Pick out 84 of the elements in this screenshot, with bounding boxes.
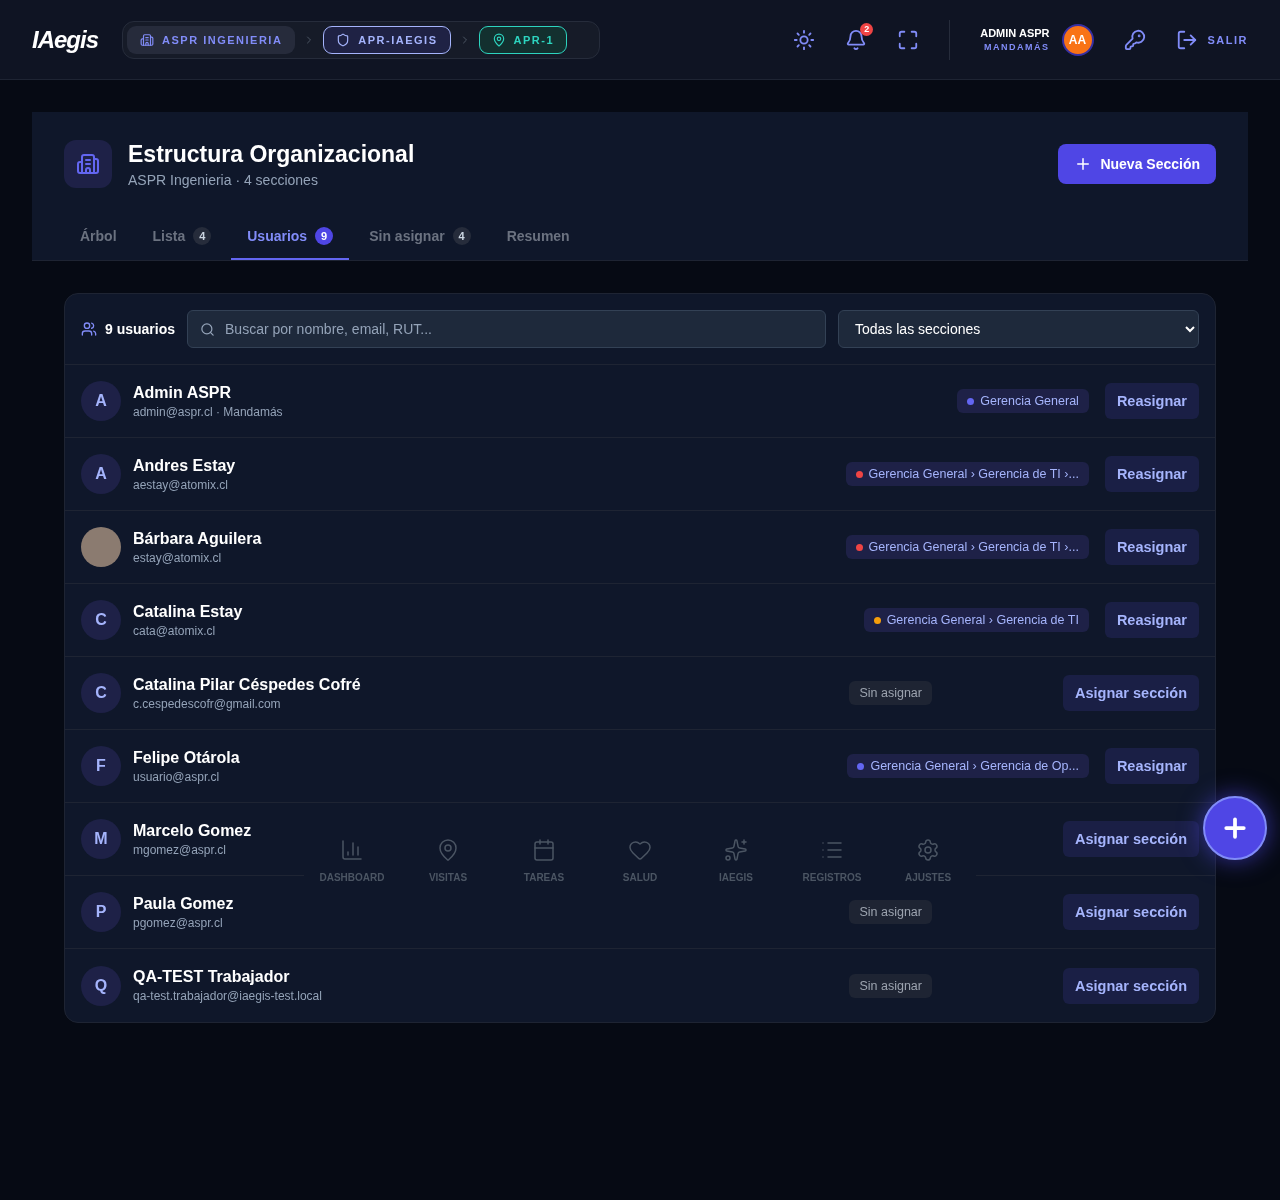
calendar-icon (532, 837, 556, 862)
user-name: Paula Gomez (133, 894, 234, 913)
logout-icon (1175, 28, 1198, 51)
user-avatar: C (81, 673, 121, 713)
user-name: ADMIN ASPR (980, 27, 1050, 39)
user-email: usuario@aspr.cl (133, 769, 221, 784)
breadcrumb-item[interactable]: ASPR INGENIERIA (127, 25, 296, 54)
user-avatar: F (81, 746, 121, 786)
user-avatar: C (81, 600, 121, 640)
user-name: Andres Estay (133, 456, 236, 475)
section-tag: Gerencia General (957, 389, 1089, 413)
count-badge: 4 (193, 227, 212, 245)
count-badge: 9 (315, 227, 334, 245)
user-name: QA-TEST Trabajador (133, 968, 291, 986)
user-role: MANDAMÁS (983, 42, 1050, 52)
sparkles-icon (724, 837, 748, 862)
unassigned-tag: Sin asignar (849, 900, 932, 924)
tab[interactable]: Lista 4 (136, 214, 228, 260)
user-avatar: M (81, 819, 121, 859)
search-icon (200, 321, 216, 337)
user-email: estay@atomix.cl (133, 550, 223, 565)
tab[interactable]: Sin asignar 4 (353, 214, 487, 260)
user-name: Catalina Pilar Céspedes Cofré (133, 675, 361, 694)
fullscreen-icon[interactable] (897, 28, 920, 51)
unassigned-tag: Sin asignar (849, 681, 932, 705)
assign-button[interactable]: Reasignar (1104, 383, 1199, 419)
tab[interactable]: Árbol (64, 214, 133, 260)
assign-button[interactable]: Reasignar (1104, 748, 1199, 784)
breadcrumb-item[interactable]: APR-IAEGIS (323, 25, 451, 54)
logout-button[interactable]: SALIR (1175, 28, 1248, 51)
photo-placeholder (81, 527, 121, 567)
section-filter[interactable]: Todas las secciones (838, 310, 1199, 348)
assign-button[interactable]: Asignar sección (1063, 821, 1199, 857)
section-tag: Gerencia General › Gerencia de TI ›... (845, 462, 1089, 486)
user-email: aestay@atomix.cl (133, 477, 229, 492)
user-name: Catalina Estay (133, 602, 243, 621)
user-name: Admin ASPR (133, 383, 233, 402)
user-count: 9 usuarios (81, 321, 176, 337)
key-icon[interactable] (1123, 28, 1146, 51)
assign-button[interactable]: Reasignar (1104, 456, 1199, 492)
notifications-icon[interactable] (845, 28, 868, 51)
search-field[interactable]: Buscar por nombre, email, RUT... (223, 320, 813, 338)
settings-icon (916, 837, 940, 862)
user-email: pgomez@aspr.cl (133, 915, 224, 930)
breadcrumb-item[interactable]: APR-1 (478, 25, 568, 54)
add-button[interactable] (1203, 796, 1267, 860)
theme-icon[interactable] (793, 28, 816, 51)
page-title: Estructura Organizacional (128, 140, 415, 168)
bar-chart-icon (340, 837, 364, 862)
user-email: c.cespedescofr@gmail.com (133, 696, 282, 711)
building-icon (64, 140, 112, 188)
notification-count: 2 (860, 22, 874, 36)
tab[interactable]: Usuarios 9 (231, 214, 350, 260)
user-avatar: Q (81, 965, 121, 1006)
map-pin-icon (436, 837, 460, 862)
building-icon (140, 32, 155, 47)
section-tag: Gerencia General › Gerencia de TI ›... (845, 535, 1089, 559)
new-section-button[interactable]: Nueva Sección (1058, 144, 1216, 184)
section-tag: Gerencia General › Gerencia de TI (863, 608, 1089, 632)
user-avatar: A (81, 381, 121, 421)
unassigned-tag: Sin asignar (849, 973, 932, 998)
user-name: Felipe Otárola (133, 748, 240, 767)
assign-button[interactable]: Asignar sección (1063, 967, 1199, 1004)
assign-button[interactable]: Reasignar (1104, 602, 1199, 638)
count-badge: 4 (452, 227, 471, 245)
search-box[interactable]: Buscar por nombre, email, RUT... (187, 310, 826, 348)
user-avatar: P (81, 892, 121, 932)
assign-button[interactable]: Reasignar (1104, 529, 1199, 565)
users-icon (81, 321, 97, 337)
user-email: admin@aspr.cl · Mandamás (133, 404, 283, 419)
shield-icon (336, 32, 351, 47)
assign-button[interactable]: Asignar sección (1063, 675, 1199, 711)
user-avatar: A (81, 454, 121, 494)
map-pin-icon (491, 32, 506, 47)
user-name: Bárbara Aguilera (133, 529, 262, 548)
section-tag: Gerencia General › Gerencia de Op... (847, 754, 1089, 778)
page-subtitle: ASPR Ingenieria · 4 secciones (128, 171, 319, 188)
assign-button[interactable]: Asignar sección (1063, 894, 1199, 930)
user-email: mgomez@aspr.cl (133, 842, 227, 857)
tab[interactable]: Resumen (490, 214, 586, 260)
user-email: cata@atomix.cl (133, 623, 217, 638)
user-name: Marcelo Gomez (133, 821, 252, 840)
user-email: qa-test.trabajador@iaegis-test.local (133, 989, 322, 1003)
logo: IAegis (32, 25, 99, 54)
